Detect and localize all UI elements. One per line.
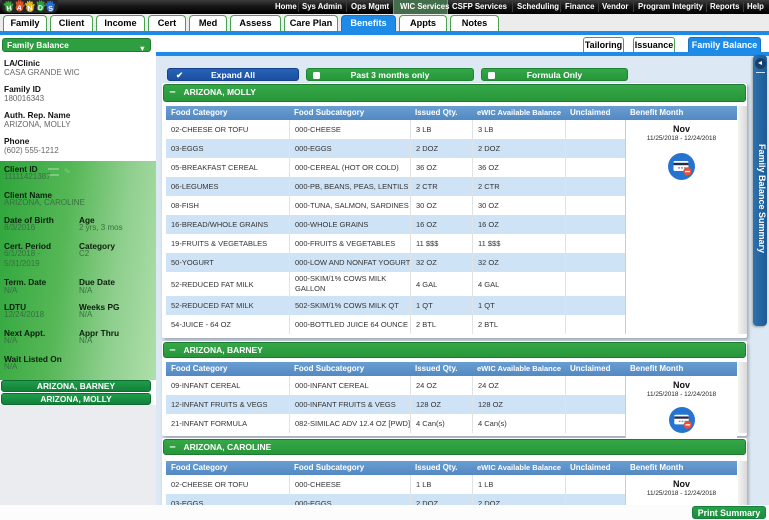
svg-text:D: D [37, 5, 43, 13]
svg-text:N: N [27, 5, 33, 12]
svg-text:A: A [16, 5, 22, 13]
